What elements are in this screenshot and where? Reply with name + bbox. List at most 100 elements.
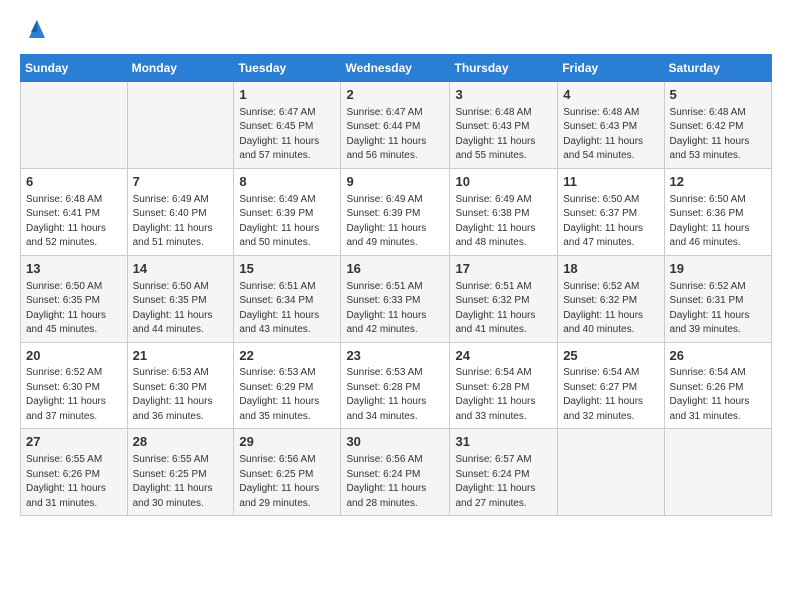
day-cell: 28Sunrise: 6:55 AM Sunset: 6:25 PM Dayli… bbox=[127, 429, 234, 516]
col-header-sunday: Sunday bbox=[21, 55, 128, 82]
day-cell: 23Sunrise: 6:53 AM Sunset: 6:28 PM Dayli… bbox=[341, 342, 450, 429]
day-number: 11 bbox=[563, 173, 658, 192]
day-number: 19 bbox=[670, 260, 766, 279]
header-row: SundayMondayTuesdayWednesdayThursdayFrid… bbox=[21, 55, 772, 82]
day-cell: 12Sunrise: 6:50 AM Sunset: 6:36 PM Dayli… bbox=[664, 168, 771, 255]
day-number: 15 bbox=[239, 260, 335, 279]
day-cell: 8Sunrise: 6:49 AM Sunset: 6:39 PM Daylig… bbox=[234, 168, 341, 255]
day-info: Sunrise: 6:53 AM Sunset: 6:29 PM Dayligh… bbox=[239, 366, 335, 424]
day-info: Sunrise: 6:48 AM Sunset: 6:41 PM Dayligh… bbox=[26, 193, 122, 251]
day-number: 25 bbox=[563, 347, 658, 366]
day-cell: 2Sunrise: 6:47 AM Sunset: 6:44 PM Daylig… bbox=[341, 82, 450, 169]
day-number: 13 bbox=[26, 260, 122, 279]
day-info: Sunrise: 6:56 AM Sunset: 6:25 PM Dayligh… bbox=[239, 453, 335, 511]
day-cell bbox=[127, 82, 234, 169]
day-number: 9 bbox=[346, 173, 444, 192]
day-cell: 20Sunrise: 6:52 AM Sunset: 6:30 PM Dayli… bbox=[21, 342, 128, 429]
day-info: Sunrise: 6:49 AM Sunset: 6:39 PM Dayligh… bbox=[346, 193, 444, 251]
day-cell: 10Sunrise: 6:49 AM Sunset: 6:38 PM Dayli… bbox=[450, 168, 558, 255]
logo-icon bbox=[23, 16, 51, 44]
week-row-2: 6Sunrise: 6:48 AM Sunset: 6:41 PM Daylig… bbox=[21, 168, 772, 255]
day-cell: 22Sunrise: 6:53 AM Sunset: 6:29 PM Dayli… bbox=[234, 342, 341, 429]
day-cell: 9Sunrise: 6:49 AM Sunset: 6:39 PM Daylig… bbox=[341, 168, 450, 255]
day-cell: 6Sunrise: 6:48 AM Sunset: 6:41 PM Daylig… bbox=[21, 168, 128, 255]
col-header-saturday: Saturday bbox=[664, 55, 771, 82]
day-info: Sunrise: 6:49 AM Sunset: 6:38 PM Dayligh… bbox=[455, 193, 552, 251]
day-info: Sunrise: 6:53 AM Sunset: 6:30 PM Dayligh… bbox=[133, 366, 229, 424]
day-cell: 19Sunrise: 6:52 AM Sunset: 6:31 PM Dayli… bbox=[664, 255, 771, 342]
day-number: 7 bbox=[133, 173, 229, 192]
day-number: 8 bbox=[239, 173, 335, 192]
col-header-monday: Monday bbox=[127, 55, 234, 82]
week-row-5: 27Sunrise: 6:55 AM Sunset: 6:26 PM Dayli… bbox=[21, 429, 772, 516]
day-info: Sunrise: 6:50 AM Sunset: 6:37 PM Dayligh… bbox=[563, 193, 658, 251]
day-info: Sunrise: 6:52 AM Sunset: 6:32 PM Dayligh… bbox=[563, 280, 658, 338]
day-number: 29 bbox=[239, 433, 335, 452]
day-cell bbox=[21, 82, 128, 169]
day-number: 26 bbox=[670, 347, 766, 366]
day-info: Sunrise: 6:54 AM Sunset: 6:27 PM Dayligh… bbox=[563, 366, 658, 424]
day-cell: 27Sunrise: 6:55 AM Sunset: 6:26 PM Dayli… bbox=[21, 429, 128, 516]
day-info: Sunrise: 6:52 AM Sunset: 6:31 PM Dayligh… bbox=[670, 280, 766, 338]
day-cell: 11Sunrise: 6:50 AM Sunset: 6:37 PM Dayli… bbox=[558, 168, 664, 255]
col-header-friday: Friday bbox=[558, 55, 664, 82]
day-cell: 4Sunrise: 6:48 AM Sunset: 6:43 PM Daylig… bbox=[558, 82, 664, 169]
day-cell: 3Sunrise: 6:48 AM Sunset: 6:43 PM Daylig… bbox=[450, 82, 558, 169]
day-number: 21 bbox=[133, 347, 229, 366]
day-number: 23 bbox=[346, 347, 444, 366]
day-number: 17 bbox=[455, 260, 552, 279]
day-info: Sunrise: 6:48 AM Sunset: 6:43 PM Dayligh… bbox=[563, 106, 658, 164]
day-number: 4 bbox=[563, 86, 658, 105]
day-info: Sunrise: 6:47 AM Sunset: 6:45 PM Dayligh… bbox=[239, 106, 335, 164]
day-cell: 21Sunrise: 6:53 AM Sunset: 6:30 PM Dayli… bbox=[127, 342, 234, 429]
day-cell: 7Sunrise: 6:49 AM Sunset: 6:40 PM Daylig… bbox=[127, 168, 234, 255]
day-info: Sunrise: 6:53 AM Sunset: 6:28 PM Dayligh… bbox=[346, 366, 444, 424]
day-number: 30 bbox=[346, 433, 444, 452]
day-number: 31 bbox=[455, 433, 552, 452]
day-cell: 30Sunrise: 6:56 AM Sunset: 6:24 PM Dayli… bbox=[341, 429, 450, 516]
day-info: Sunrise: 6:50 AM Sunset: 6:36 PM Dayligh… bbox=[670, 193, 766, 251]
day-cell: 5Sunrise: 6:48 AM Sunset: 6:42 PM Daylig… bbox=[664, 82, 771, 169]
day-info: Sunrise: 6:50 AM Sunset: 6:35 PM Dayligh… bbox=[133, 280, 229, 338]
day-info: Sunrise: 6:48 AM Sunset: 6:42 PM Dayligh… bbox=[670, 106, 766, 164]
day-cell bbox=[558, 429, 664, 516]
day-number: 22 bbox=[239, 347, 335, 366]
header bbox=[20, 16, 772, 44]
day-number: 12 bbox=[670, 173, 766, 192]
day-cell: 24Sunrise: 6:54 AM Sunset: 6:28 PM Dayli… bbox=[450, 342, 558, 429]
day-cell: 29Sunrise: 6:56 AM Sunset: 6:25 PM Dayli… bbox=[234, 429, 341, 516]
day-info: Sunrise: 6:51 AM Sunset: 6:32 PM Dayligh… bbox=[455, 280, 552, 338]
week-row-1: 1Sunrise: 6:47 AM Sunset: 6:45 PM Daylig… bbox=[21, 82, 772, 169]
day-cell: 13Sunrise: 6:50 AM Sunset: 6:35 PM Dayli… bbox=[21, 255, 128, 342]
day-info: Sunrise: 6:48 AM Sunset: 6:43 PM Dayligh… bbox=[455, 106, 552, 164]
day-number: 20 bbox=[26, 347, 122, 366]
day-number: 6 bbox=[26, 173, 122, 192]
day-info: Sunrise: 6:55 AM Sunset: 6:26 PM Dayligh… bbox=[26, 453, 122, 511]
day-number: 3 bbox=[455, 86, 552, 105]
logo bbox=[20, 16, 51, 44]
day-info: Sunrise: 6:49 AM Sunset: 6:40 PM Dayligh… bbox=[133, 193, 229, 251]
col-header-tuesday: Tuesday bbox=[234, 55, 341, 82]
day-cell: 14Sunrise: 6:50 AM Sunset: 6:35 PM Dayli… bbox=[127, 255, 234, 342]
day-number: 10 bbox=[455, 173, 552, 192]
day-info: Sunrise: 6:51 AM Sunset: 6:34 PM Dayligh… bbox=[239, 280, 335, 338]
day-cell: 25Sunrise: 6:54 AM Sunset: 6:27 PM Dayli… bbox=[558, 342, 664, 429]
day-info: Sunrise: 6:47 AM Sunset: 6:44 PM Dayligh… bbox=[346, 106, 444, 164]
day-number: 5 bbox=[670, 86, 766, 105]
page: SundayMondayTuesdayWednesdayThursdayFrid… bbox=[0, 0, 792, 612]
day-cell: 26Sunrise: 6:54 AM Sunset: 6:26 PM Dayli… bbox=[664, 342, 771, 429]
day-number: 24 bbox=[455, 347, 552, 366]
day-number: 16 bbox=[346, 260, 444, 279]
day-info: Sunrise: 6:50 AM Sunset: 6:35 PM Dayligh… bbox=[26, 280, 122, 338]
day-cell bbox=[664, 429, 771, 516]
col-header-wednesday: Wednesday bbox=[341, 55, 450, 82]
day-cell: 17Sunrise: 6:51 AM Sunset: 6:32 PM Dayli… bbox=[450, 255, 558, 342]
calendar-table: SundayMondayTuesdayWednesdayThursdayFrid… bbox=[20, 54, 772, 516]
day-info: Sunrise: 6:54 AM Sunset: 6:26 PM Dayligh… bbox=[670, 366, 766, 424]
day-info: Sunrise: 6:49 AM Sunset: 6:39 PM Dayligh… bbox=[239, 193, 335, 251]
day-number: 18 bbox=[563, 260, 658, 279]
day-cell: 31Sunrise: 6:57 AM Sunset: 6:24 PM Dayli… bbox=[450, 429, 558, 516]
day-info: Sunrise: 6:51 AM Sunset: 6:33 PM Dayligh… bbox=[346, 280, 444, 338]
day-cell: 16Sunrise: 6:51 AM Sunset: 6:33 PM Dayli… bbox=[341, 255, 450, 342]
day-number: 14 bbox=[133, 260, 229, 279]
